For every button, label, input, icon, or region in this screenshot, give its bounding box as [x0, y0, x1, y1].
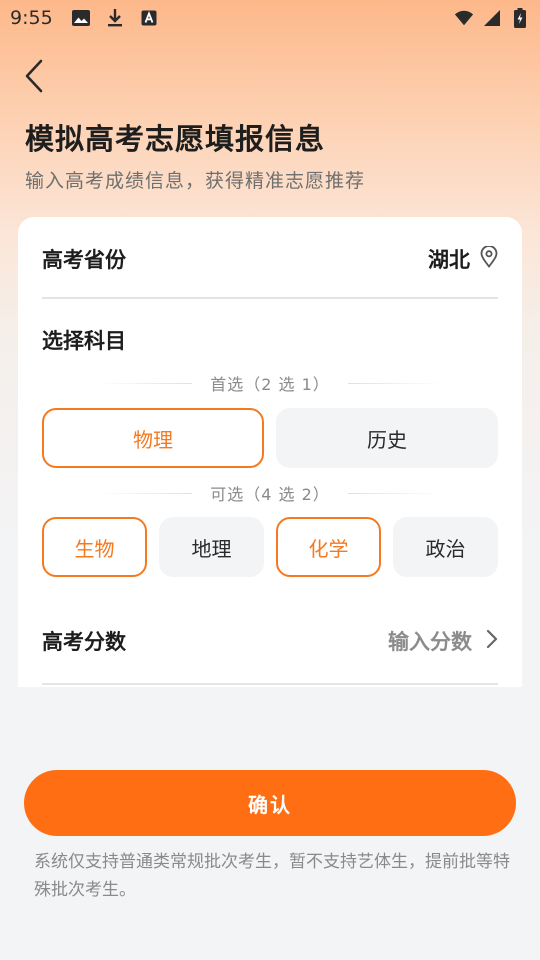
- score-placeholder: 输入分数: [388, 630, 472, 654]
- notice-text: 系统仅支持普通类常规批次考生，暂不支持艺体生，提前批等特殊批次考生。: [34, 852, 510, 900]
- status-time: 9:55: [10, 7, 53, 29]
- province-label: 高考省份: [42, 248, 126, 272]
- primary-caption-text: 首选（2 选 1）: [210, 375, 330, 394]
- confirm-button[interactable]: 确认: [24, 770, 516, 836]
- subject-section-title: 选择科目: [42, 329, 126, 353]
- download-icon: [105, 8, 125, 28]
- optional-subject-caption: 可选（4 选 2）: [98, 481, 443, 505]
- score-label: 高考分数: [42, 630, 126, 654]
- subject-option-label: 历史: [367, 427, 407, 452]
- subject-option-physics[interactable]: 物理: [42, 408, 264, 468]
- province-value: 湖北: [428, 248, 470, 272]
- divider: [42, 683, 498, 685]
- subject-option-label: 生物: [74, 536, 115, 561]
- province-selector[interactable]: 湖北: [428, 244, 498, 274]
- divider: [42, 297, 498, 299]
- form-card: 高考省份 湖北 选择科目 首选（2 选 1） 物理 历史 可选（4 选 2） 生…: [18, 217, 522, 687]
- subject-option-chemistry[interactable]: 化学: [276, 517, 381, 577]
- image-icon: [71, 8, 91, 28]
- page-subtitle: 输入高考成绩信息，获得精准志愿推荐: [25, 170, 366, 192]
- subject-option-politics[interactable]: 政治: [393, 517, 498, 577]
- text-a-icon: [139, 8, 159, 28]
- wifi-icon: [454, 8, 474, 28]
- subject-option-label: 化学: [308, 536, 349, 561]
- confirm-button-label: 确认: [248, 792, 292, 817]
- chevron-right-icon: [472, 629, 498, 654]
- score-row[interactable]: 高考分数 输入分数: [42, 621, 498, 661]
- caption-line: [98, 382, 193, 384]
- signal-icon: [482, 8, 502, 28]
- status-bar: 9:55: [0, 0, 540, 36]
- caption-line: [347, 492, 443, 494]
- subject-option-label: 政治: [425, 536, 466, 561]
- page-title: 模拟高考志愿填报信息: [25, 122, 326, 156]
- chevron-left-icon: [24, 59, 44, 97]
- subject-option-label: 地理: [191, 536, 232, 561]
- subject-option-label: 物理: [133, 427, 173, 452]
- primary-subject-caption: 首选（2 选 1）: [98, 371, 443, 395]
- subject-option-history[interactable]: 历史: [276, 408, 498, 468]
- score-input[interactable]: 输入分数: [388, 626, 498, 656]
- back-button[interactable]: [14, 58, 54, 98]
- subject-option-geography[interactable]: 地理: [159, 517, 264, 577]
- status-right-group: [446, 8, 530, 28]
- optional-caption-text: 可选（4 选 2）: [210, 485, 330, 504]
- caption-line: [347, 382, 443, 384]
- province-row[interactable]: 高考省份 湖北: [42, 239, 498, 279]
- battery-charging-icon: [510, 8, 530, 28]
- caption-line: [98, 492, 193, 494]
- location-pin-icon: [470, 244, 498, 273]
- subject-option-biology[interactable]: 生物: [42, 517, 147, 577]
